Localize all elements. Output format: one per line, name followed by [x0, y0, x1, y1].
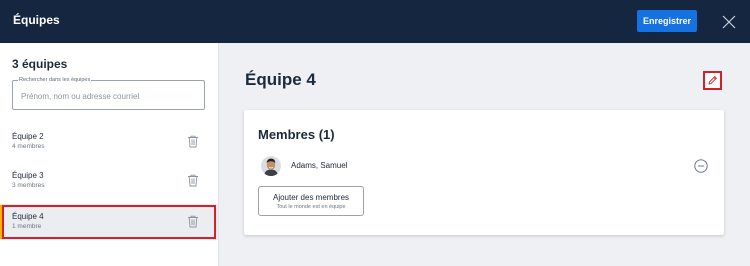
page-title: Équipes	[13, 13, 60, 27]
team-name: Équipe 2	[12, 132, 44, 141]
team-detail-panel: Équipe 4 Membres (1) Adams, Samuel Ajout…	[220, 43, 750, 266]
minus-circle-icon[interactable]	[694, 159, 708, 173]
members-card: Membres (1) Adams, Samuel Ajouter des me…	[244, 110, 724, 235]
trash-icon[interactable]	[187, 135, 199, 148]
team-list-item[interactable]: Équipe 3 3 membres	[0, 163, 218, 199]
members-heading: Membres (1)	[258, 127, 335, 142]
team-member-count: 4 membres	[12, 143, 45, 150]
save-button[interactable]: Enregistrer	[637, 10, 697, 32]
teams-count-heading: 3 équipes	[12, 57, 68, 71]
team-member-count: 3 membres	[12, 182, 45, 189]
add-members-sublabel: Tout le monde est en équipe	[276, 204, 346, 210]
search-input[interactable]	[21, 90, 199, 102]
trash-icon[interactable]	[187, 174, 199, 187]
top-bar: Équipes Enregistrer	[0, 0, 750, 43]
avatar	[261, 156, 281, 176]
pencil-icon	[708, 76, 717, 85]
close-button[interactable]	[708, 0, 750, 43]
close-icon	[722, 15, 736, 28]
team-name: Équipe 3	[12, 171, 44, 180]
member-name: Adams, Samuel	[291, 161, 348, 170]
search-legend: Rechercher dans les équipes	[18, 76, 92, 84]
edit-team-button[interactable]	[703, 71, 722, 90]
team-list-item[interactable]: Équipe 2 4 membres	[0, 124, 218, 160]
selected-item-highlight	[2, 205, 216, 239]
team-title: Équipe 4	[245, 70, 316, 89]
search-field[interactable]: Rechercher dans les équipes	[12, 76, 205, 110]
add-members-label: Ajouter des membres	[272, 193, 350, 202]
add-members-button[interactable]: Ajouter des membres Tout le monde est en…	[258, 186, 364, 216]
